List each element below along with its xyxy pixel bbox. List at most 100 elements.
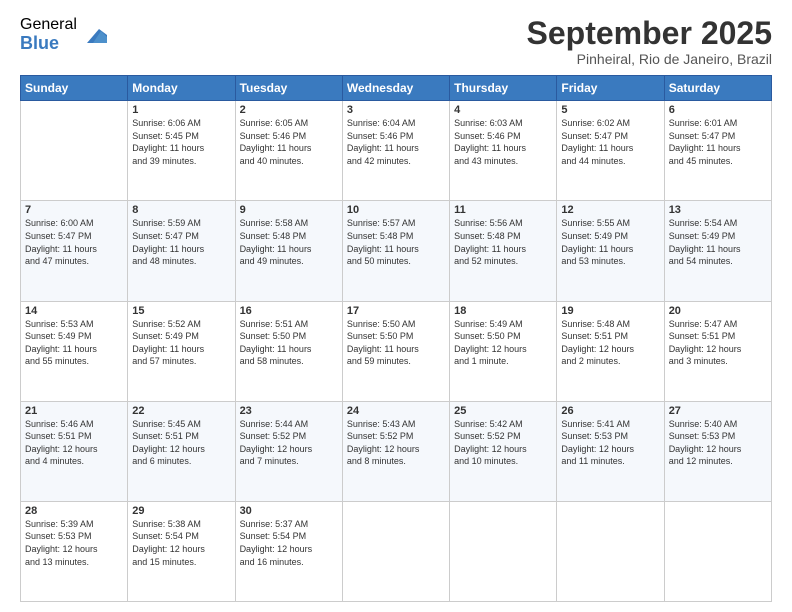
calendar-cell: 3Sunrise: 6:04 AMSunset: 5:46 PMDaylight… bbox=[342, 101, 449, 201]
calendar-cell: 11Sunrise: 5:56 AMSunset: 5:48 PMDayligh… bbox=[450, 201, 557, 301]
day-info: Sunrise: 6:01 AMSunset: 5:47 PMDaylight:… bbox=[669, 117, 767, 167]
calendar-cell: 25Sunrise: 5:42 AMSunset: 5:52 PMDayligh… bbox=[450, 401, 557, 501]
day-info: Sunrise: 5:41 AMSunset: 5:53 PMDaylight:… bbox=[561, 418, 659, 468]
day-info: Sunrise: 5:48 AMSunset: 5:51 PMDaylight:… bbox=[561, 318, 659, 368]
calendar-cell bbox=[450, 501, 557, 601]
col-header-tuesday: Tuesday bbox=[235, 76, 342, 101]
day-info: Sunrise: 5:58 AMSunset: 5:48 PMDaylight:… bbox=[240, 217, 338, 267]
day-number: 12 bbox=[561, 204, 659, 216]
calendar-cell bbox=[21, 101, 128, 201]
logo: General Blue bbox=[20, 16, 107, 53]
day-info: Sunrise: 5:46 AMSunset: 5:51 PMDaylight:… bbox=[25, 418, 123, 468]
day-number: 11 bbox=[454, 204, 552, 216]
location: Pinheiral, Rio de Janeiro, Brazil bbox=[527, 51, 772, 67]
col-header-thursday: Thursday bbox=[450, 76, 557, 101]
col-header-wednesday: Wednesday bbox=[342, 76, 449, 101]
col-header-monday: Monday bbox=[128, 76, 235, 101]
logo-blue: Blue bbox=[20, 34, 77, 54]
day-number: 16 bbox=[240, 305, 338, 317]
day-number: 2 bbox=[240, 104, 338, 116]
calendar-week-2: 14Sunrise: 5:53 AMSunset: 5:49 PMDayligh… bbox=[21, 301, 772, 401]
calendar-cell: 13Sunrise: 5:54 AMSunset: 5:49 PMDayligh… bbox=[664, 201, 771, 301]
header: General Blue September 2025 Pinheiral, R… bbox=[20, 16, 772, 67]
calendar-cell: 6Sunrise: 6:01 AMSunset: 5:47 PMDaylight… bbox=[664, 101, 771, 201]
page: General Blue September 2025 Pinheiral, R… bbox=[0, 0, 792, 612]
day-info: Sunrise: 5:52 AMSunset: 5:49 PMDaylight:… bbox=[132, 318, 230, 368]
day-info: Sunrise: 6:04 AMSunset: 5:46 PMDaylight:… bbox=[347, 117, 445, 167]
day-number: 17 bbox=[347, 305, 445, 317]
logo-text: General Blue bbox=[20, 16, 77, 53]
day-info: Sunrise: 5:50 AMSunset: 5:50 PMDaylight:… bbox=[347, 318, 445, 368]
logo-general: General bbox=[20, 16, 77, 34]
day-info: Sunrise: 5:54 AMSunset: 5:49 PMDaylight:… bbox=[669, 217, 767, 267]
day-number: 3 bbox=[347, 104, 445, 116]
calendar-cell: 9Sunrise: 5:58 AMSunset: 5:48 PMDaylight… bbox=[235, 201, 342, 301]
calendar-cell: 8Sunrise: 5:59 AMSunset: 5:47 PMDaylight… bbox=[128, 201, 235, 301]
calendar-header-row: SundayMondayTuesdayWednesdayThursdayFrid… bbox=[21, 76, 772, 101]
calendar-cell: 23Sunrise: 5:44 AMSunset: 5:52 PMDayligh… bbox=[235, 401, 342, 501]
day-number: 23 bbox=[240, 405, 338, 417]
calendar-cell bbox=[664, 501, 771, 601]
calendar-cell bbox=[342, 501, 449, 601]
month-title: September 2025 bbox=[527, 16, 772, 51]
calendar-cell: 22Sunrise: 5:45 AMSunset: 5:51 PMDayligh… bbox=[128, 401, 235, 501]
day-number: 24 bbox=[347, 405, 445, 417]
day-info: Sunrise: 5:44 AMSunset: 5:52 PMDaylight:… bbox=[240, 418, 338, 468]
calendar-week-4: 28Sunrise: 5:39 AMSunset: 5:53 PMDayligh… bbox=[21, 501, 772, 601]
day-info: Sunrise: 5:53 AMSunset: 5:49 PMDaylight:… bbox=[25, 318, 123, 368]
day-number: 28 bbox=[25, 505, 123, 517]
logo-icon bbox=[79, 21, 107, 49]
day-number: 29 bbox=[132, 505, 230, 517]
calendar-cell: 15Sunrise: 5:52 AMSunset: 5:49 PMDayligh… bbox=[128, 301, 235, 401]
calendar-cell: 26Sunrise: 5:41 AMSunset: 5:53 PMDayligh… bbox=[557, 401, 664, 501]
day-info: Sunrise: 5:55 AMSunset: 5:49 PMDaylight:… bbox=[561, 217, 659, 267]
day-info: Sunrise: 5:49 AMSunset: 5:50 PMDaylight:… bbox=[454, 318, 552, 368]
calendar-cell: 4Sunrise: 6:03 AMSunset: 5:46 PMDaylight… bbox=[450, 101, 557, 201]
day-info: Sunrise: 5:57 AMSunset: 5:48 PMDaylight:… bbox=[347, 217, 445, 267]
day-number: 30 bbox=[240, 505, 338, 517]
day-info: Sunrise: 6:06 AMSunset: 5:45 PMDaylight:… bbox=[132, 117, 230, 167]
calendar-table: SundayMondayTuesdayWednesdayThursdayFrid… bbox=[20, 75, 772, 602]
day-info: Sunrise: 5:43 AMSunset: 5:52 PMDaylight:… bbox=[347, 418, 445, 468]
day-number: 27 bbox=[669, 405, 767, 417]
day-info: Sunrise: 6:00 AMSunset: 5:47 PMDaylight:… bbox=[25, 217, 123, 267]
calendar-week-1: 7Sunrise: 6:00 AMSunset: 5:47 PMDaylight… bbox=[21, 201, 772, 301]
day-number: 1 bbox=[132, 104, 230, 116]
day-number: 15 bbox=[132, 305, 230, 317]
day-number: 5 bbox=[561, 104, 659, 116]
calendar-week-3: 21Sunrise: 5:46 AMSunset: 5:51 PMDayligh… bbox=[21, 401, 772, 501]
calendar-week-0: 1Sunrise: 6:06 AMSunset: 5:45 PMDaylight… bbox=[21, 101, 772, 201]
calendar-cell: 28Sunrise: 5:39 AMSunset: 5:53 PMDayligh… bbox=[21, 501, 128, 601]
day-number: 14 bbox=[25, 305, 123, 317]
day-number: 8 bbox=[132, 204, 230, 216]
day-number: 25 bbox=[454, 405, 552, 417]
calendar-cell: 7Sunrise: 6:00 AMSunset: 5:47 PMDaylight… bbox=[21, 201, 128, 301]
calendar-cell bbox=[557, 501, 664, 601]
calendar-cell: 2Sunrise: 6:05 AMSunset: 5:46 PMDaylight… bbox=[235, 101, 342, 201]
calendar-cell: 20Sunrise: 5:47 AMSunset: 5:51 PMDayligh… bbox=[664, 301, 771, 401]
calendar-cell: 12Sunrise: 5:55 AMSunset: 5:49 PMDayligh… bbox=[557, 201, 664, 301]
day-number: 9 bbox=[240, 204, 338, 216]
col-header-saturday: Saturday bbox=[664, 76, 771, 101]
day-info: Sunrise: 5:40 AMSunset: 5:53 PMDaylight:… bbox=[669, 418, 767, 468]
calendar-cell: 16Sunrise: 5:51 AMSunset: 5:50 PMDayligh… bbox=[235, 301, 342, 401]
calendar-cell: 30Sunrise: 5:37 AMSunset: 5:54 PMDayligh… bbox=[235, 501, 342, 601]
day-number: 6 bbox=[669, 104, 767, 116]
calendar-cell: 19Sunrise: 5:48 AMSunset: 5:51 PMDayligh… bbox=[557, 301, 664, 401]
calendar-cell: 24Sunrise: 5:43 AMSunset: 5:52 PMDayligh… bbox=[342, 401, 449, 501]
day-info: Sunrise: 5:47 AMSunset: 5:51 PMDaylight:… bbox=[669, 318, 767, 368]
day-info: Sunrise: 6:02 AMSunset: 5:47 PMDaylight:… bbox=[561, 117, 659, 167]
col-header-sunday: Sunday bbox=[21, 76, 128, 101]
calendar-cell: 1Sunrise: 6:06 AMSunset: 5:45 PMDaylight… bbox=[128, 101, 235, 201]
day-info: Sunrise: 5:39 AMSunset: 5:53 PMDaylight:… bbox=[25, 518, 123, 568]
day-number: 19 bbox=[561, 305, 659, 317]
calendar-cell: 27Sunrise: 5:40 AMSunset: 5:53 PMDayligh… bbox=[664, 401, 771, 501]
day-info: Sunrise: 5:37 AMSunset: 5:54 PMDaylight:… bbox=[240, 518, 338, 568]
day-number: 22 bbox=[132, 405, 230, 417]
day-info: Sunrise: 5:59 AMSunset: 5:47 PMDaylight:… bbox=[132, 217, 230, 267]
day-number: 10 bbox=[347, 204, 445, 216]
day-number: 4 bbox=[454, 104, 552, 116]
calendar-cell: 18Sunrise: 5:49 AMSunset: 5:50 PMDayligh… bbox=[450, 301, 557, 401]
day-number: 7 bbox=[25, 204, 123, 216]
day-info: Sunrise: 5:42 AMSunset: 5:52 PMDaylight:… bbox=[454, 418, 552, 468]
